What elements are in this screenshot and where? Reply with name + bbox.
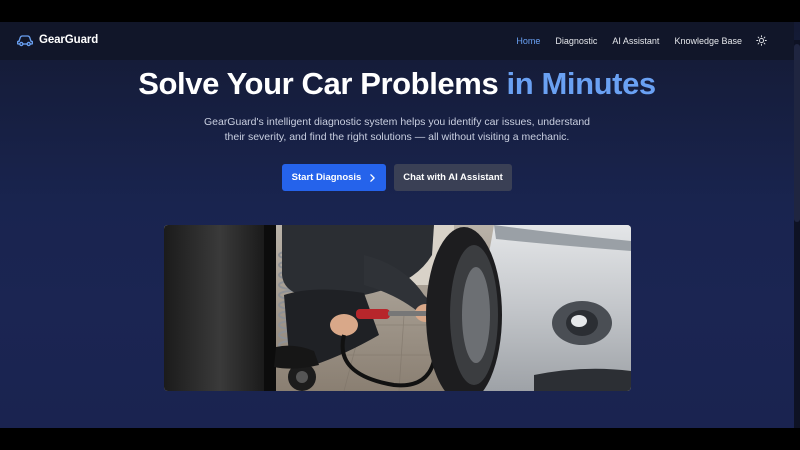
hero-title: Solve Your Car Problems in Minutes bbox=[0, 66, 794, 102]
chevron-right-icon bbox=[370, 173, 376, 182]
window-bottom-bar bbox=[0, 428, 800, 450]
brand-name: GearGuard bbox=[39, 34, 99, 46]
brand-logo[interactable]: GearGuard bbox=[17, 33, 98, 47]
mechanic-tire-illustration bbox=[164, 225, 631, 391]
hero-subtitle: GearGuard's intelligent diagnostic syste… bbox=[197, 115, 597, 145]
scrollbar-thumb[interactable] bbox=[794, 44, 800, 222]
hero-image bbox=[164, 225, 631, 391]
nav-link-diagnostic[interactable]: Diagnostic bbox=[555, 36, 597, 46]
nav-link-knowledge-base[interactable]: Knowledge Base bbox=[674, 36, 742, 46]
hero-subtitle-line2: their severity, and find the right solut… bbox=[224, 131, 570, 143]
chat-ai-assistant-button[interactable]: Chat with AI Assistant bbox=[394, 164, 512, 191]
nav-link-home[interactable]: Home bbox=[516, 36, 540, 46]
chat-ai-assistant-label: Chat with AI Assistant bbox=[403, 172, 503, 183]
navbar: GearGuard Home Diagnostic AI Assistant K… bbox=[0, 22, 794, 60]
nav-link-ai-assistant[interactable]: AI Assistant bbox=[612, 36, 659, 46]
hero-title-accent: in Minutes bbox=[506, 66, 657, 101]
start-diagnosis-button[interactable]: Start Diagnosis bbox=[282, 164, 386, 191]
hero-subtitle-line1: GearGuard's intelligent diagnostic syste… bbox=[203, 116, 591, 128]
page-viewport: GearGuard Home Diagnostic AI Assistant K… bbox=[0, 22, 800, 428]
nav-links: Home Diagnostic AI Assistant Knowledge B… bbox=[501, 35, 767, 46]
hero-title-main: Solve Your Car Problems bbox=[138, 66, 499, 101]
sun-icon[interactable] bbox=[756, 35, 767, 46]
car-icon bbox=[17, 35, 33, 47]
window-top-bar bbox=[0, 0, 800, 22]
start-diagnosis-label: Start Diagnosis bbox=[291, 172, 362, 183]
